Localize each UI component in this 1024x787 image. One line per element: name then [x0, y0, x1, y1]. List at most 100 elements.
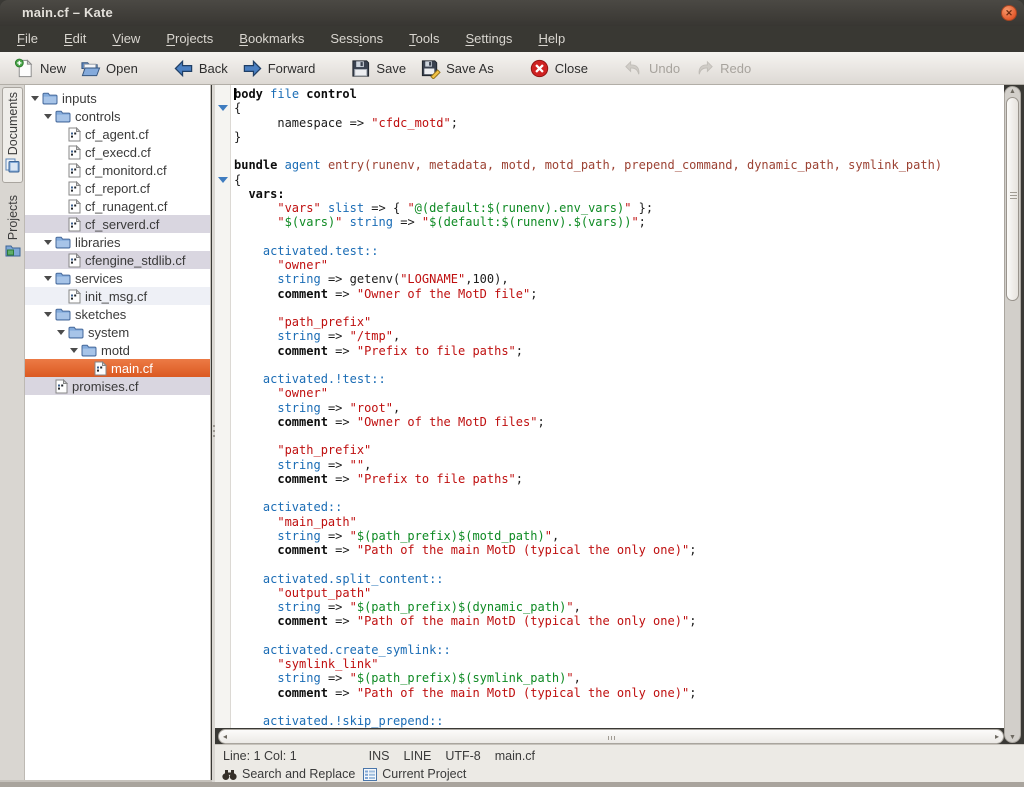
- tree-item-system[interactable]: system: [25, 323, 210, 341]
- save-as-button[interactable]: Save As: [413, 56, 501, 81]
- code-line-17[interactable]: "path_prefix": [234, 315, 942, 329]
- code-line-4[interactable]: }: [234, 130, 942, 144]
- code-line-29[interactable]: [234, 486, 942, 500]
- code-line-12[interactable]: activated.test::: [234, 244, 942, 258]
- code-line-13[interactable]: "owner": [234, 258, 942, 272]
- code-line-45[interactable]: activated.!skip_prepend::: [234, 714, 942, 728]
- code-line-1[interactable]: body file control: [234, 87, 942, 101]
- editor-horizontal-scrollbar[interactable]: ◂ ▸: [218, 729, 1004, 744]
- code-line-2[interactable]: {: [234, 101, 942, 115]
- code-line-6[interactable]: bundle agent entry(runenv, metadata, mot…: [234, 158, 942, 172]
- scroll-left-arrow-icon[interactable]: ◂: [223, 732, 227, 741]
- encoding-label[interactable]: UTF-8: [445, 749, 480, 763]
- menu-bookmarks[interactable]: Bookmarks: [226, 27, 317, 51]
- code-line-43[interactable]: comment => "Path of the main MotD (typic…: [234, 686, 942, 700]
- code-area[interactable]: body file control{ namespace => "cfdc_mo…: [234, 87, 942, 728]
- close-button[interactable]: Close: [522, 56, 595, 81]
- code-line-24[interactable]: comment => "Owner of the MotD files";: [234, 415, 942, 429]
- code-line-30[interactable]: activated::: [234, 500, 942, 514]
- code-line-44[interactable]: [234, 700, 942, 714]
- menu-tools[interactable]: Tools: [396, 27, 452, 51]
- forward-button[interactable]: Forward: [235, 56, 323, 81]
- tree-item-cf_runagent-cf[interactable]: cf_runagent.cf: [25, 197, 210, 215]
- code-line-14[interactable]: string => getenv("LOGNAME",100),: [234, 272, 942, 286]
- code-line-27[interactable]: string => "",: [234, 458, 942, 472]
- code-line-21[interactable]: activated.!test::: [234, 372, 942, 386]
- code-line-36[interactable]: "output_path": [234, 586, 942, 600]
- sidebar-tab-documents[interactable]: Documents: [2, 87, 23, 183]
- code-line-39[interactable]: [234, 629, 942, 643]
- editor-icon-border[interactable]: [215, 85, 231, 728]
- expander-triangle-icon[interactable]: [44, 114, 52, 119]
- menu-file[interactable]: File: [4, 27, 51, 51]
- search-and-replace-button[interactable]: Search and Replace: [222, 767, 355, 781]
- vertical-scroll-thumb[interactable]: [1006, 97, 1019, 301]
- tree-item-libraries[interactable]: libraries: [25, 233, 210, 251]
- scroll-down-arrow-icon[interactable]: ▼: [1005, 734, 1020, 741]
- code-line-28[interactable]: comment => "Prefix to file paths";: [234, 472, 942, 486]
- tree-item-cf_report-cf[interactable]: cf_report.cf: [25, 179, 210, 197]
- tree-item-promises-cf[interactable]: promises.cf: [25, 377, 210, 395]
- expander-triangle-icon[interactable]: [44, 276, 52, 281]
- expander-triangle-icon[interactable]: [70, 348, 78, 353]
- menu-edit[interactable]: Edit: [51, 27, 99, 51]
- sidebar-tab-projects[interactable]: Projects: [2, 191, 23, 267]
- scroll-right-arrow-icon[interactable]: ▸: [995, 732, 999, 741]
- new-button[interactable]: New: [7, 56, 73, 81]
- expander-triangle-icon[interactable]: [31, 96, 39, 101]
- code-line-35[interactable]: activated.split_content::: [234, 572, 942, 586]
- code-line-3[interactable]: namespace => "cfdc_motd";: [234, 116, 942, 130]
- code-line-22[interactable]: "owner": [234, 386, 942, 400]
- code-line-20[interactable]: [234, 358, 942, 372]
- menu-projects[interactable]: Projects: [153, 27, 226, 51]
- back-button[interactable]: Back: [166, 56, 235, 81]
- tree-item-cf_execd-cf[interactable]: cf_execd.cf: [25, 143, 210, 161]
- tree-item-sketches[interactable]: sketches: [25, 305, 210, 323]
- tree-item-cfengine_stdlib-cf[interactable]: cfengine_stdlib.cf: [25, 251, 210, 269]
- code-line-11[interactable]: [234, 230, 942, 244]
- tree-item-services[interactable]: services: [25, 269, 210, 287]
- code-line-19[interactable]: comment => "Prefix to file paths";: [234, 344, 942, 358]
- menu-settings[interactable]: Settings: [452, 27, 525, 51]
- tree-item-cf_agent-cf[interactable]: cf_agent.cf: [25, 125, 210, 143]
- expander-triangle-icon[interactable]: [57, 330, 65, 335]
- open-button[interactable]: Open: [73, 56, 145, 81]
- code-line-18[interactable]: string => "/tmp",: [234, 329, 942, 343]
- code-line-26[interactable]: "path_prefix": [234, 443, 942, 457]
- code-line-7[interactable]: {: [234, 173, 942, 187]
- editor-view[interactable]: body file control{ namespace => "cfdc_mo…: [215, 85, 1004, 728]
- line-ending-label[interactable]: LINE: [404, 749, 432, 763]
- code-line-40[interactable]: activated.create_symlink::: [234, 643, 942, 657]
- tree-item-cf_monitord-cf[interactable]: cf_monitord.cf: [25, 161, 210, 179]
- save-button[interactable]: Save: [343, 56, 413, 81]
- code-line-33[interactable]: comment => "Path of the main MotD (typic…: [234, 543, 942, 557]
- code-fold-marker-icon[interactable]: [218, 177, 228, 183]
- current-project-button[interactable]: Current Project: [363, 767, 466, 781]
- tree-item-cf_serverd-cf[interactable]: cf_serverd.cf: [25, 215, 210, 233]
- scroll-up-arrow-icon[interactable]: ▲: [1005, 88, 1020, 95]
- code-line-10[interactable]: "$(vars)" string => "$(default:$(runenv)…: [234, 215, 942, 229]
- editor-vertical-scrollbar[interactable]: ▲ ▼: [1004, 86, 1021, 743]
- expander-triangle-icon[interactable]: [44, 312, 52, 317]
- tree-item-motd[interactable]: motd: [25, 341, 210, 359]
- code-fold-marker-icon[interactable]: [218, 105, 228, 111]
- code-line-5[interactable]: [234, 144, 942, 158]
- tree-item-inputs[interactable]: inputs: [25, 89, 210, 107]
- titlebar[interactable]: main.cf – Kate ✕: [0, 0, 1024, 26]
- tree-item-main-cf[interactable]: main.cf: [25, 359, 210, 377]
- menu-view[interactable]: View: [99, 27, 153, 51]
- code-line-8[interactable]: vars:: [234, 187, 942, 201]
- code-line-41[interactable]: "symlink_link": [234, 657, 942, 671]
- expander-triangle-icon[interactable]: [44, 240, 52, 245]
- code-line-25[interactable]: [234, 429, 942, 443]
- tree-item-controls[interactable]: controls: [25, 107, 210, 125]
- code-line-32[interactable]: string => "$(path_prefix)$(motd_path)",: [234, 529, 942, 543]
- menu-sessions[interactable]: Sessions: [317, 27, 396, 51]
- code-line-16[interactable]: [234, 301, 942, 315]
- code-line-23[interactable]: string => "root",: [234, 401, 942, 415]
- insert-mode-label[interactable]: INS: [369, 749, 390, 763]
- menu-help[interactable]: Help: [525, 27, 578, 51]
- code-line-15[interactable]: comment => "Owner of the MotD file";: [234, 287, 942, 301]
- window-close-button[interactable]: ✕: [1001, 5, 1017, 21]
- code-line-42[interactable]: string => "$(path_prefix)$(symlink_path)…: [234, 671, 942, 685]
